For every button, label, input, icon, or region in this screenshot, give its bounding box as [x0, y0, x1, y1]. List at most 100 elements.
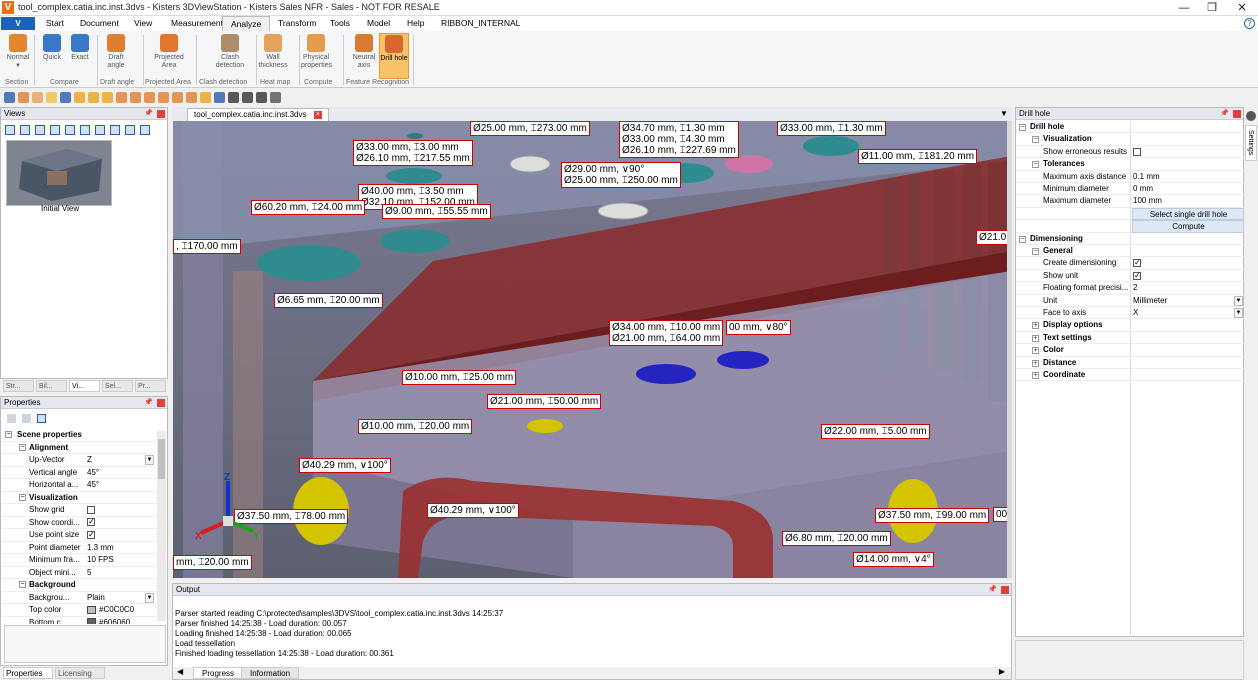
- toolbar-tool-icon[interactable]: [46, 92, 57, 103]
- dropdown-chevron-down-icon[interactable]: ▼: [1234, 295, 1243, 306]
- dropdown-chevron-down-icon[interactable]: ▼: [145, 455, 154, 465]
- view-tool-icon[interactable]: [125, 125, 135, 135]
- drill-hole-dimension-label[interactable]: 00 mm, ∨80°: [726, 320, 791, 335]
- menu-item-model[interactable]: Model: [359, 16, 398, 31]
- drill-hole-dimension-label[interactable]: Ø6.80 mm, ⌶20.00 mm: [782, 531, 891, 546]
- collapse-icon[interactable]: −: [1019, 124, 1026, 131]
- menu-item-measurement[interactable]: Measurement: [163, 16, 231, 31]
- property-row[interactable]: Bottom c... #606060: [1, 617, 157, 624]
- close-panel-icon[interactable]: [157, 110, 165, 118]
- section-normal-button[interactable]: Normal ▼: [3, 33, 33, 79]
- collapse-icon[interactable]: −: [1032, 248, 1039, 255]
- select-single-drill-hole-button[interactable]: Select single drill hole: [1132, 207, 1244, 221]
- expand-icon[interactable]: +: [1032, 334, 1039, 342]
- view-thumbnail[interactable]: [6, 140, 112, 206]
- setting-value[interactable]: 0 mm: [1132, 183, 1244, 195]
- setting-value[interactable]: Millimeter ▼: [1132, 295, 1244, 307]
- checkbox[interactable]: [87, 530, 95, 539]
- property-row[interactable]: Backgrou... Plain ▼: [1, 592, 157, 605]
- view-tool-icon[interactable]: [5, 125, 15, 135]
- tab-sel[interactable]: Sel...: [102, 380, 133, 392]
- menu-item-start[interactable]: Start: [38, 16, 72, 31]
- checkbox[interactable]: [87, 505, 95, 514]
- tab-str[interactable]: Str...: [3, 380, 34, 392]
- drill-hole-dimension-label[interactable]: mm, ⌶20.00 mm: [173, 555, 252, 570]
- view-tool-icon[interactable]: [50, 125, 60, 135]
- drill-hole-dimension-label[interactable]: Ø34.70 mm, ⌶1.30 mm Ø33.00 mm, ⌶4.30 mm Ø2…: [619, 121, 739, 158]
- tab-licensing[interactable]: Licensing: [55, 667, 105, 679]
- tab-properties[interactable]: Properties: [3, 667, 53, 679]
- view-tool-icon[interactable]: [140, 125, 150, 135]
- setting-value[interactable]: [1132, 257, 1244, 269]
- toolbar-tool-icon[interactable]: [256, 92, 267, 103]
- property-value[interactable]: Z ▼: [87, 454, 154, 467]
- setting-value[interactable]: [1132, 270, 1244, 282]
- toolbar-tool-icon[interactable]: [116, 92, 127, 103]
- property-row[interactable]: Point diameter 1.3 mm: [1, 542, 157, 554]
- menu-item-help[interactable]: Help: [399, 16, 432, 31]
- viewport-scrollbar[interactable]: [1007, 121, 1012, 578]
- property-value[interactable]: 45°: [87, 467, 99, 480]
- menu-item-view[interactable]: View: [126, 16, 160, 31]
- drill-hole-dimension-label[interactable]: , ⌶170.00 mm: [173, 239, 241, 254]
- expand-icon[interactable]: +: [1032, 347, 1039, 355]
- drill-hole-dimension-label[interactable]: Ø14.00 mm, ∨4°: [853, 552, 934, 567]
- property-row[interactable]: Object mini... 5: [1, 567, 157, 580]
- toolbar-tool-icon[interactable]: [130, 92, 141, 103]
- collapse-icon[interactable]: −: [19, 443, 26, 451]
- clash-detection-button[interactable]: Clash detection: [208, 33, 252, 79]
- drill-hole-dimension-label[interactable]: Ø21.00 mm, ⌶50.00 mm: [487, 394, 602, 409]
- property-value[interactable]: 10 FPS: [87, 554, 114, 567]
- property-row[interactable]: Top color #C0C0C0: [1, 604, 157, 617]
- property-value[interactable]: #606060: [87, 617, 130, 624]
- property-row[interactable]: Vertical angle 45°: [1, 467, 157, 480]
- setting-value[interactable]: 2: [1132, 282, 1244, 294]
- minimize-icon[interactable]: —: [1170, 0, 1198, 16]
- view-tool-icon[interactable]: [35, 125, 45, 135]
- drill-hole-dimension-label[interactable]: Ø29.00 mm, ∨90° Ø25.00 mm, ⌶250.00 mm: [561, 162, 681, 188]
- expand-icon[interactable]: +: [1032, 359, 1039, 367]
- drill-hole-dimension-label[interactable]: Ø33.00 mm, ⌶1.30 mm: [777, 121, 886, 136]
- dropdown-chevron-down-icon[interactable]: ▼: [1234, 308, 1243, 318]
- menu-item-analyze[interactable]: Analyze: [222, 16, 271, 31]
- toolbar-tool-icon[interactable]: [270, 92, 281, 103]
- scroll-right-icon[interactable]: ▶: [999, 667, 1005, 676]
- toolbar-tool-icon[interactable]: [4, 92, 15, 103]
- setting-value[interactable]: X ▼: [1132, 307, 1244, 319]
- 3d-viewport[interactable]: Ø25.00 mm, ⌶273.00 mm Ø34.70 mm, ⌶1.30 mm…: [173, 121, 1011, 578]
- toolbar-tool-icon[interactable]: [74, 92, 85, 103]
- wall-thickness-button[interactable]: Wall thickness: [258, 33, 288, 79]
- toolbar-tool-icon[interactable]: [186, 92, 197, 103]
- physical-properties-button[interactable]: Physical properties: [301, 33, 332, 79]
- toolbar-tool-icon[interactable]: [144, 92, 155, 103]
- sort-icon[interactable]: [22, 414, 31, 423]
- setting-value[interactable]: 100 mm: [1132, 195, 1244, 207]
- view-tool-icon[interactable]: [95, 125, 105, 135]
- compare-exact-button[interactable]: Exact: [65, 33, 95, 79]
- property-value[interactable]: 5: [87, 567, 91, 580]
- scroll-left-icon[interactable]: ◀: [177, 667, 183, 676]
- property-value[interactable]: [87, 504, 95, 517]
- menu-item-transform[interactable]: Transform: [270, 16, 324, 31]
- close-panel-icon[interactable]: [1001, 586, 1009, 594]
- drill-hole-dimension-label[interactable]: Ø40.29 mm, ∨100°: [299, 458, 391, 473]
- drill-hole-dimension-label[interactable]: Ø10.00 mm, ⌶20.00 mm: [358, 419, 473, 434]
- property-row[interactable]: Use point size: [1, 529, 157, 542]
- property-value[interactable]: Plain ▼: [87, 592, 154, 605]
- compute-button[interactable]: Compute: [1132, 220, 1244, 233]
- checkbox[interactable]: [1133, 147, 1141, 156]
- property-row[interactable]: Show coordi...: [1, 517, 157, 529]
- tab-pr[interactable]: Pr...: [135, 380, 166, 392]
- close-panel-icon[interactable]: [157, 399, 165, 407]
- tab-progress[interactable]: Progress: [193, 667, 244, 679]
- toolbar-tool-icon[interactable]: [172, 92, 183, 103]
- view-tool-icon[interactable]: [80, 125, 90, 135]
- checkbox[interactable]: [1133, 271, 1141, 280]
- drill-hole-dimension-label[interactable]: Ø21.0: [976, 230, 1010, 245]
- property-value[interactable]: #C0C0C0: [87, 604, 134, 617]
- collapse-icon[interactable]: −: [19, 493, 26, 501]
- pin-icon[interactable]: 📌: [144, 108, 153, 120]
- setting-value[interactable]: [1132, 146, 1244, 158]
- property-value[interactable]: [87, 529, 95, 542]
- close-panel-icon[interactable]: [1233, 110, 1241, 118]
